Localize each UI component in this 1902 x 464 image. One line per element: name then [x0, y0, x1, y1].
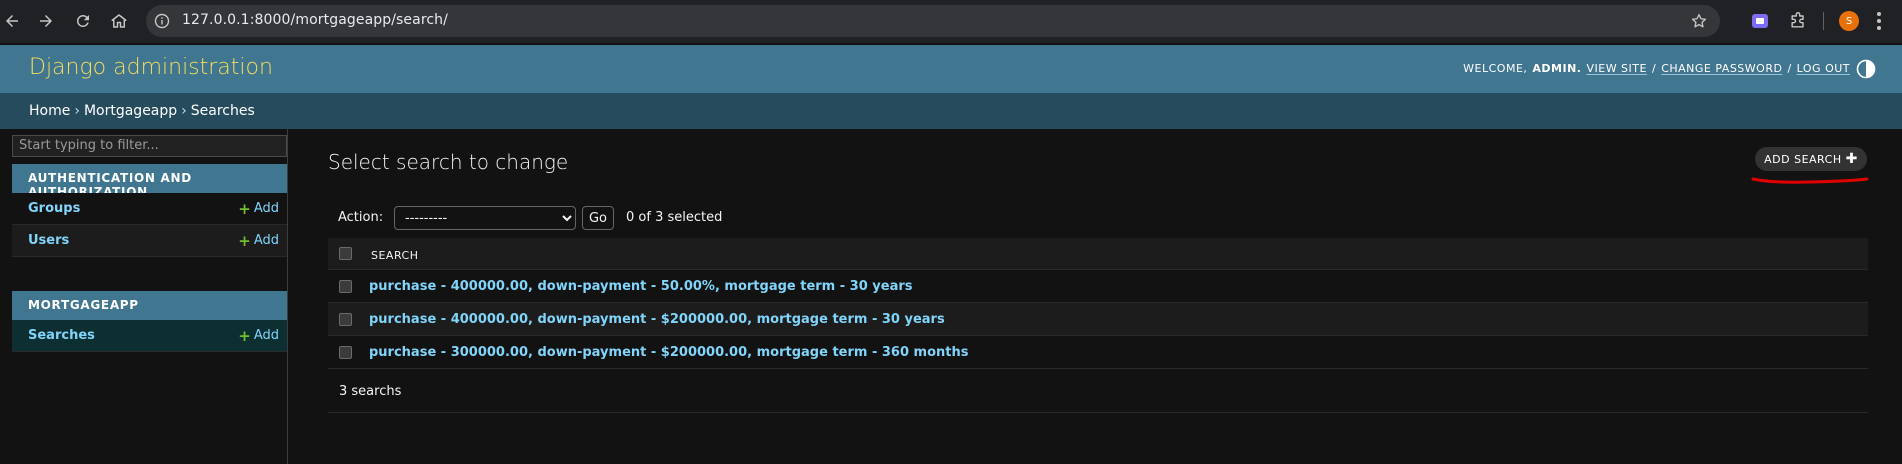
- table-header: SEARCH: [328, 238, 1868, 270]
- sidebar-item-users[interactable]: Users + Add: [12, 225, 287, 257]
- kebab-menu-icon[interactable]: [1876, 10, 1882, 32]
- browser-toolbar: 127.0.0.1:8000/mortgageapp/search/ S: [0, 0, 1902, 43]
- sidebar-item-label[interactable]: Groups: [28, 201, 80, 216]
- table-row: purchase - 400000.00, down-payment - 50.…: [328, 270, 1868, 303]
- add-label: Add: [253, 201, 279, 216]
- home-icon[interactable]: [107, 9, 131, 33]
- username: ADMIN.: [1532, 62, 1582, 75]
- add-groups-link[interactable]: + Add: [238, 200, 279, 218]
- toolbar-divider: [1823, 12, 1824, 30]
- row-link[interactable]: purchase - 400000.00, down-payment - 50.…: [369, 279, 913, 294]
- add-label: Add: [253, 328, 279, 343]
- row-link[interactable]: purchase - 400000.00, down-payment - $20…: [369, 312, 945, 327]
- forward-arrow-icon[interactable]: [34, 9, 58, 33]
- log-out-link[interactable]: LOG OUT: [1797, 62, 1850, 75]
- puzzle-icon[interactable]: [1788, 11, 1808, 31]
- breadcrumb-home[interactable]: Home: [29, 103, 70, 119]
- sidebar-item-groups[interactable]: Groups + Add: [12, 193, 287, 225]
- add-search-button[interactable]: ADD SEARCH ✚: [1755, 147, 1867, 171]
- selection-counter: 0 of 3 selected: [626, 210, 723, 225]
- admin-header: Django administration WELCOME, ADMIN. VI…: [0, 45, 1902, 93]
- action-select[interactable]: ---------: [394, 206, 576, 230]
- nav-filter-input[interactable]: Start typing to filter...: [12, 135, 287, 157]
- back-arrow-icon[interactable]: [0, 9, 24, 33]
- go-button[interactable]: Go: [582, 206, 614, 230]
- url-text[interactable]: 127.0.0.1:8000/mortgageapp/search/: [182, 12, 448, 28]
- row-checkbox[interactable]: [339, 346, 352, 359]
- breadcrumb-current: Searches: [190, 103, 255, 119]
- address-bar[interactable]: 127.0.0.1:8000/mortgageapp/search/: [146, 5, 1720, 37]
- extension-icon[interactable]: [1750, 11, 1770, 31]
- breadcrumb-app[interactable]: Mortgageapp: [84, 103, 177, 119]
- add-search-label: ADD SEARCH: [1764, 152, 1842, 166]
- add-label: Add: [253, 233, 279, 248]
- module-caption-auth[interactable]: AUTHENTICATION AND AUTHORIZATION: [12, 164, 287, 199]
- action-label: Action:: [338, 210, 384, 225]
- sidebar-item-searches[interactable]: Searches + Add: [12, 320, 287, 352]
- welcome-text: WELCOME,: [1463, 62, 1528, 75]
- sidebar-item-label[interactable]: Searches: [28, 328, 95, 343]
- separator: /: [1651, 62, 1657, 75]
- actions-bar: Action: --------- Go 0 of 3 selected: [328, 202, 1868, 232]
- table-row: purchase - 300000.00, down-payment - $20…: [328, 336, 1868, 369]
- paginator: 3 searchs: [328, 369, 1868, 413]
- user-tools: WELCOME, ADMIN. VIEW SITE / CHANGE PASSW…: [1463, 62, 1850, 75]
- theme-toggle-icon[interactable]: [1856, 59, 1876, 79]
- page-title: Select search to change: [328, 150, 569, 174]
- nav-sidebar: Start typing to filter... AUTHENTICATION…: [0, 129, 288, 464]
- separator: /: [1787, 62, 1792, 75]
- select-all-checkbox[interactable]: [339, 247, 352, 260]
- site-info-icon[interactable]: [154, 13, 170, 29]
- table-row: purchase - 400000.00, down-payment - $20…: [328, 303, 1868, 336]
- add-users-link[interactable]: + Add: [238, 232, 279, 250]
- plus-icon: +: [238, 231, 251, 250]
- site-branding[interactable]: Django administration: [29, 55, 273, 80]
- red-annotation-underline: [1751, 177, 1869, 184]
- reload-icon[interactable]: [71, 9, 95, 33]
- plus-icon: +: [238, 326, 251, 345]
- bookmark-star-icon[interactable]: [1690, 12, 1708, 30]
- column-header-search[interactable]: SEARCH: [371, 249, 419, 262]
- breadcrumb-separator: ›: [74, 103, 80, 119]
- plus-icon: +: [238, 199, 251, 218]
- sidebar-item-label[interactable]: Users: [28, 233, 69, 248]
- add-searches-link[interactable]: + Add: [238, 327, 279, 345]
- row-link[interactable]: purchase - 300000.00, down-payment - $20…: [369, 345, 968, 360]
- change-password-link[interactable]: CHANGE PASSWORD: [1661, 62, 1782, 75]
- row-checkbox[interactable]: [339, 313, 352, 326]
- profile-avatar[interactable]: S: [1839, 11, 1859, 31]
- breadcrumb: Home › Mortgageapp › Searches: [0, 93, 1902, 129]
- breadcrumb-separator: ›: [181, 103, 187, 119]
- module-caption-mortgageapp[interactable]: MORTGAGEAPP: [12, 291, 287, 320]
- plus-icon: ✚: [1845, 151, 1858, 167]
- view-site-link[interactable]: VIEW SITE: [1586, 62, 1647, 75]
- row-checkbox[interactable]: [339, 280, 352, 293]
